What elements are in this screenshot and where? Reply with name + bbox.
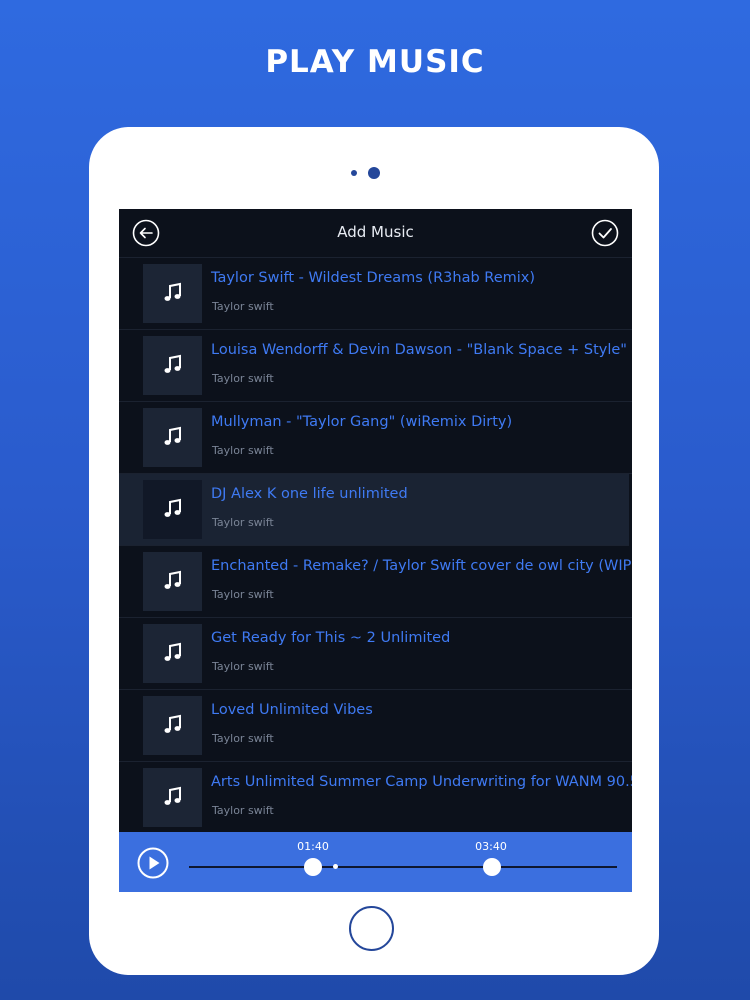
tablet-home-button: [349, 906, 394, 951]
track-artwork: [143, 336, 202, 395]
track-artwork: [143, 552, 202, 611]
music-note-icon: [164, 426, 181, 445]
check-circle-icon: [591, 219, 619, 247]
track-row[interactable]: Loved Unlimited Vibes Taylor swift: [119, 690, 632, 762]
done-button[interactable]: [591, 219, 619, 247]
track-title: Loved Unlimited Vibes: [211, 702, 373, 718]
app-screen: Add Music Taylor Swift - Wildest Dreams …: [119, 209, 632, 892]
track-artwork: [143, 264, 202, 323]
music-note-icon: [164, 570, 181, 589]
track-artist: Taylor swift: [212, 732, 274, 745]
track-title: Enchanted - Remake? / Taylor Swift cover…: [211, 558, 632, 574]
track-artwork: [143, 624, 202, 683]
track-title: Louisa Wendorff & Devin Dawson - "Blank …: [211, 342, 632, 358]
track-title: DJ Alex K one life unlimited: [211, 486, 408, 502]
playhead-dot: [333, 864, 338, 869]
track-row-selected[interactable]: DJ Alex K one life unlimited Taylor swif…: [119, 474, 629, 546]
music-note-icon: [164, 642, 181, 661]
track-row[interactable]: Arts Unlimited Summer Camp Underwriting …: [119, 762, 632, 834]
camera-lens-dot: [368, 167, 380, 179]
track-artwork: [143, 480, 202, 539]
track-artist: Taylor swift: [212, 372, 274, 385]
track-artwork: [143, 696, 202, 755]
hero-title: PLAY MUSIC: [265, 44, 485, 80]
track-list: Taylor Swift - Wildest Dreams (R3hab Rem…: [119, 258, 632, 834]
track-title: Mullyman - "Taylor Gang" (wiRemix Dirty): [211, 414, 513, 430]
track-row[interactable]: Get Ready for This ~ 2 Unlimited Taylor …: [119, 618, 632, 690]
music-note-icon: [164, 354, 181, 373]
track-title: Taylor Swift - Wildest Dreams (R3hab Rem…: [211, 270, 536, 286]
track-artwork: [143, 768, 202, 827]
music-note-icon: [164, 786, 181, 805]
track-artist: Taylor swift: [212, 804, 274, 817]
track-row[interactable]: Enchanted - Remake? / Taylor Swift cover…: [119, 546, 632, 618]
track-row[interactable]: Mullyman - "Taylor Gang" (wiRemix Dirty)…: [119, 402, 632, 474]
track-artist: Taylor swift: [212, 300, 274, 313]
music-note-icon: [164, 498, 181, 517]
trim-slider-track[interactable]: [189, 866, 617, 868]
track-title: Arts Unlimited Summer Camp Underwriting …: [211, 774, 632, 790]
music-note-icon: [164, 714, 181, 733]
page-title: Add Music: [337, 223, 414, 241]
range-start-handle[interactable]: [304, 858, 322, 876]
range-end-handle[interactable]: [483, 858, 501, 876]
track-artist: Taylor swift: [212, 588, 274, 601]
play-circle-icon: [137, 847, 169, 879]
track-title: Get Ready for This ~ 2 Unlimited: [211, 630, 451, 646]
range-start-time: 01:40: [297, 840, 329, 853]
track-artist: Taylor swift: [212, 516, 274, 529]
track-artist: Taylor swift: [212, 660, 274, 673]
play-button[interactable]: [137, 847, 169, 879]
track-artwork: [143, 408, 202, 467]
player-bar: 01:40 03:40: [119, 832, 632, 892]
track-row[interactable]: Taylor Swift - Wildest Dreams (R3hab Rem…: [119, 258, 632, 330]
track-artist: Taylor swift: [212, 444, 274, 457]
tablet-frame: Add Music Taylor Swift - Wildest Dreams …: [89, 127, 659, 975]
music-note-icon: [164, 282, 181, 301]
nav-bar: Add Music: [119, 209, 632, 258]
range-end-time: 03:40: [475, 840, 507, 853]
tablet-camera: [351, 167, 387, 179]
track-row[interactable]: Louisa Wendorff & Devin Dawson - "Blank …: [119, 330, 632, 402]
camera-sensor-dot: [351, 170, 357, 176]
